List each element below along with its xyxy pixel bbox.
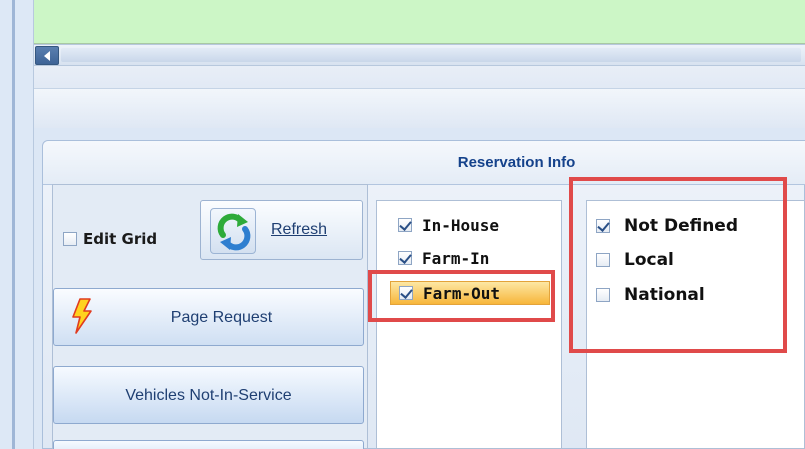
- horizontal-scrollbar[interactable]: [34, 44, 805, 66]
- highlight-box-farm-out: [368, 270, 555, 322]
- highlight-box-type-list: [569, 177, 787, 353]
- vehicles-not-in-service-button[interactable]: Vehicles Not-In-Service: [53, 366, 364, 424]
- panel-title-text: Reservation Info: [457, 154, 576, 171]
- scrollbar-track[interactable]: [61, 48, 801, 62]
- item-label: Farm-In: [422, 248, 490, 268]
- item-label: In-House: [422, 215, 500, 235]
- checkbox-icon[interactable]: [398, 218, 412, 232]
- source-list[interactable]: [376, 200, 562, 449]
- scroll-left-arrow-icon[interactable]: [35, 46, 59, 65]
- edit-grid-label: Edit Grid: [83, 230, 158, 248]
- page-request-button[interactable]: Page Request: [53, 288, 364, 346]
- toolbar-inner: [34, 88, 805, 128]
- left-splitter: [0, 0, 34, 449]
- grid-row-area[interactable]: [34, 0, 805, 44]
- edit-grid-checkbox[interactable]: Edit Grid: [63, 229, 157, 249]
- list-item-farm-in[interactable]: Farm-In: [398, 246, 558, 270]
- refresh-arrows-icon: [210, 208, 256, 254]
- toolbar-band: [34, 66, 805, 128]
- refresh-button[interactable]: Refresh: [200, 200, 363, 260]
- refresh-label: Refresh: [271, 221, 328, 238]
- edit-grid-checkbox-icon[interactable]: [63, 232, 77, 246]
- vehicles-label: Vehicles Not-In-Service: [125, 387, 292, 404]
- list-item-in-house[interactable]: In-House: [398, 213, 558, 237]
- splitter-line: [12, 0, 15, 449]
- checkbox-icon[interactable]: [398, 251, 412, 265]
- page-request-label: Page Request: [170, 309, 273, 326]
- next-button-partial[interactable]: [53, 440, 364, 449]
